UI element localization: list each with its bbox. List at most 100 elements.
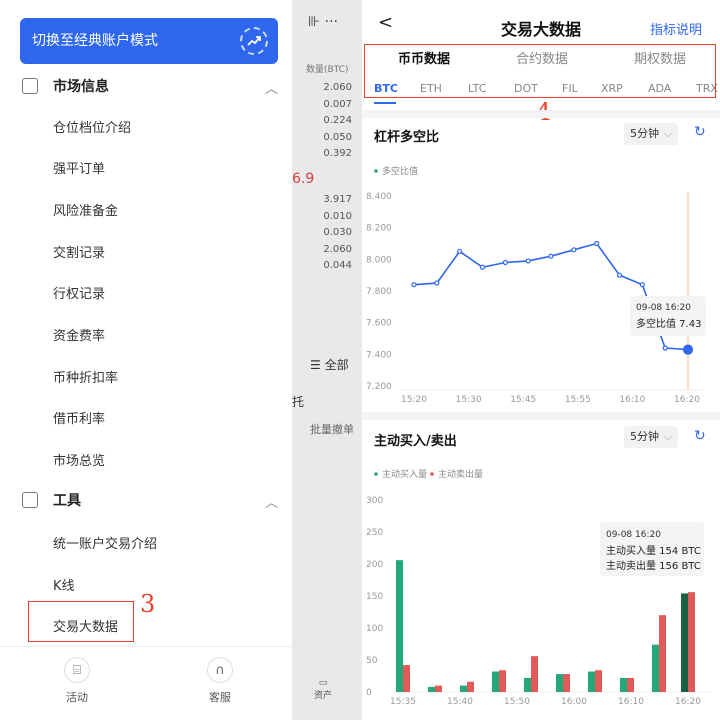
chart1-title: 杠杆多空比	[374, 130, 440, 145]
toolbox-icon	[22, 492, 38, 508]
data-point	[479, 264, 486, 270]
x-tick-label: 15:30	[456, 395, 482, 405]
y-tick-label: 50	[366, 656, 378, 666]
bar-sell	[659, 615, 666, 692]
legend-label-buy: 主动买入量	[382, 468, 427, 480]
mid-all-filter: ☰ 全部	[310, 358, 349, 372]
chevron-up-icon: ︿	[264, 496, 278, 511]
x-tick-label: 15:35	[390, 697, 416, 707]
chart1-legend-label: 多空比值	[382, 165, 418, 177]
bar-sell	[595, 670, 602, 692]
data-point	[434, 280, 440, 286]
x-tick-label: 15:45	[510, 395, 536, 405]
chart1-interval-select[interactable]: 5分钟 ⌵	[624, 123, 678, 145]
highlight-box-tabs	[364, 44, 716, 98]
menu-item-funding-rate[interactable]: 资金费率	[53, 325, 105, 344]
y-tick-label: 250	[366, 528, 383, 538]
bar-buy	[396, 560, 403, 692]
menu-item-kline[interactable]: K线	[53, 575, 75, 594]
data-point	[639, 282, 645, 288]
bar-buy	[524, 677, 531, 692]
tooltip-time: 09-08 16:20	[636, 303, 691, 313]
bar-sell	[499, 670, 506, 692]
tooltip-box	[630, 296, 706, 336]
chart1-svg: 多空比值 8.400 8.200 8.000 7.800 7.600 7.400 7.200 1…	[366, 165, 706, 405]
chart-doc-icon	[22, 78, 38, 94]
menu-item-position-tiers[interactable]: 仓位档位介绍	[53, 117, 131, 136]
y-tick-label: 7.200	[366, 382, 392, 392]
legend-dot-buy	[374, 472, 378, 476]
bottom-activity-label: 活动	[66, 691, 88, 704]
indicator-help-link[interactable]: 指标说明	[650, 19, 702, 38]
section-market-info[interactable]: 市场信息 ︿	[0, 66, 292, 106]
legend-dot-sell	[430, 472, 434, 476]
trend-icon	[240, 27, 268, 55]
bottom-support-button[interactable]: ∩ 客服	[190, 657, 250, 705]
highlight-box-trading-big-data	[28, 601, 134, 642]
bar-buy	[492, 671, 499, 692]
section-tools[interactable]: 工具 ︿	[0, 480, 292, 520]
y-tick-label: 7.400	[366, 350, 392, 360]
y-tick-label: 150	[366, 592, 383, 602]
chart1-refresh-icon[interactable]: ↻	[694, 124, 706, 140]
mid-tuo-label: 托	[292, 395, 305, 409]
chart1-interval-value: 5分钟	[630, 127, 659, 140]
data-point	[616, 272, 623, 278]
x-tick-label: 15:20	[401, 395, 427, 405]
data-point	[411, 282, 417, 288]
menu-item-discount-rate[interactable]: 币种折扣率	[53, 367, 118, 386]
bottom-activity-button[interactable]: ⌸ 活动	[47, 657, 107, 705]
candlestick-more-icons: ⊪ ···	[308, 14, 338, 30]
bar-buy	[681, 593, 688, 692]
mid-all-label: 全部	[324, 358, 349, 372]
tooltip-buy: 主动买入量 154 BTC	[606, 545, 701, 557]
mid-assets-tab: ▭ 资产	[314, 678, 333, 701]
menu-item-exercise-records[interactable]: 行权记录	[53, 283, 105, 302]
menu-item-market-overview[interactable]: 市场总览	[53, 450, 105, 469]
data-point	[502, 259, 508, 266]
mid-batch-cancel: 批量撤单	[310, 423, 354, 436]
bar-sell	[467, 681, 474, 692]
menu-item-delivery-records[interactable]: 交割记录	[53, 242, 105, 261]
chart2-interval-select[interactable]: 5分钟 ⌵	[624, 426, 678, 448]
mid-values-bottom: 3.917 0.010 0.030 2.060 0.044	[302, 192, 352, 275]
mid-price-red: 6.9	[292, 171, 315, 187]
data-point	[548, 253, 554, 259]
data-point	[457, 248, 463, 255]
mid-quantity-header: 数量(BTC)	[306, 65, 349, 75]
menu-item-insurance-fund[interactable]: 风险准备金	[53, 200, 118, 219]
x-tick-label: 15:50	[504, 697, 530, 707]
x-tick-label: 15:55	[565, 395, 591, 405]
x-tick-label: 16:10	[619, 395, 645, 405]
chevron-up-icon: ︿	[264, 82, 278, 97]
bar-sell	[403, 665, 410, 692]
x-tick-label: 16:00	[561, 697, 587, 707]
section-separator	[362, 412, 720, 420]
y-tick-label: 8.400	[366, 192, 392, 202]
y-tick-label: 8.200	[366, 224, 392, 234]
bar-sell	[563, 674, 570, 692]
mid-value: 0.007	[323, 98, 352, 110]
switch-account-mode-button[interactable]: 切换至经典账户模式	[20, 18, 278, 64]
bar-buy	[620, 677, 627, 692]
mid-value: 2.060	[323, 243, 352, 255]
menu-item-unified-account-intro[interactable]: 统一账户交易介绍	[53, 533, 157, 552]
menu-item-liquidation-orders[interactable]: 强平订单	[53, 158, 105, 177]
bar-sell	[627, 677, 634, 692]
x-tick-label: 16:20	[674, 395, 700, 405]
big-data-page: < 交易大数据 指标说明 币币数据 合约数据 期权数据 BTC ETH LTC …	[362, 0, 720, 720]
y-tick-label: 100	[366, 624, 383, 634]
selected-point	[682, 344, 694, 355]
tooltip-sell: 主动卖出量 156 BTC	[606, 559, 701, 572]
tooltip-time: 09-08 16:20	[606, 530, 661, 540]
menu-item-borrow-rate[interactable]: 借币利率	[53, 408, 105, 427]
bar-buy	[428, 686, 435, 692]
bar-buy	[556, 674, 563, 692]
tooltip-value: 多空比值 7.43	[636, 317, 701, 330]
mid-value: 0.224	[323, 115, 352, 126]
chart2-refresh-icon[interactable]: ↻	[694, 428, 706, 444]
y-tick-label: 200	[366, 560, 383, 570]
y-tick-label: 7.600	[366, 319, 392, 329]
switch-label: 切换至经典账户模式	[32, 33, 158, 49]
chevron-down-icon: ⌵	[663, 430, 672, 443]
